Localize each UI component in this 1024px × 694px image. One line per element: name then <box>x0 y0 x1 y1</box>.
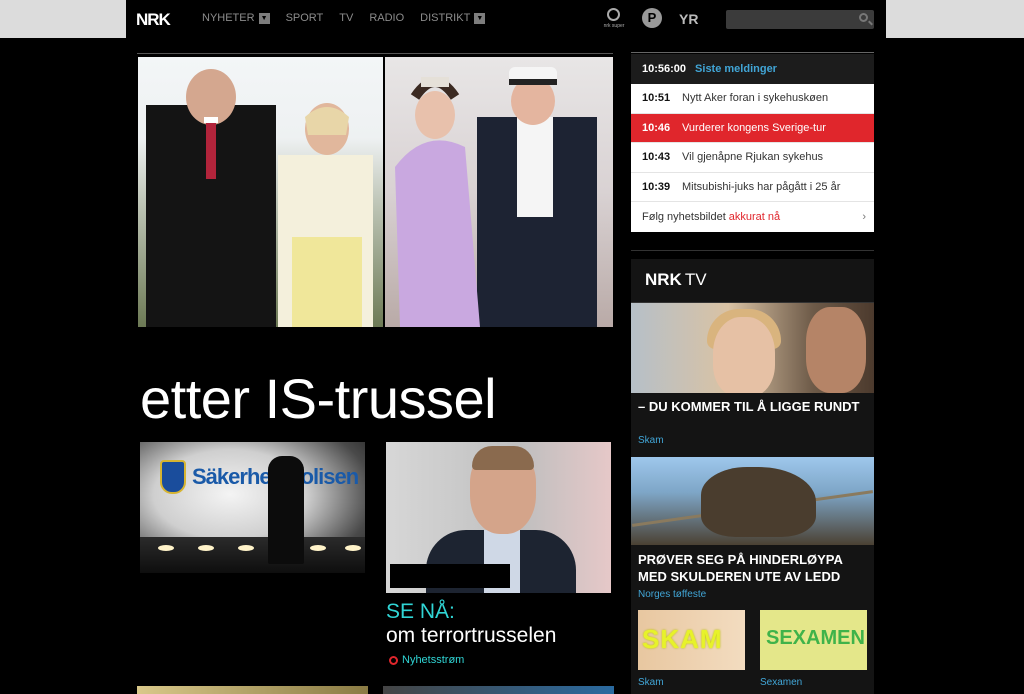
tile-word: SKAM <box>642 624 723 654</box>
boy-face <box>806 307 866 393</box>
ticker-item-time: 10:51 <box>642 92 671 105</box>
redacted-caption-bar <box>390 564 510 588</box>
girl-face <box>713 317 775 393</box>
chevron-right-icon: › <box>862 211 866 223</box>
hero-headline[interactable]: etter IS-trussel <box>140 366 497 431</box>
nav-label: NYHETER <box>202 12 255 24</box>
chevron-down-icon[interactable]: ▼ <box>474 12 486 24</box>
tv-item-image[interactable] <box>631 303 874 393</box>
person-hair <box>472 446 534 470</box>
mud-covered-person <box>701 467 816 537</box>
nrk-tv-heading[interactable]: NRK TV <box>645 270 707 290</box>
ticker-item-text: Vil gjenåpne Rjukan sykehus <box>682 151 824 164</box>
ticker-header: 10:56:00 Siste meldinger <box>631 54 874 84</box>
page-gutter-right <box>886 0 1024 38</box>
floor-lights <box>140 537 365 573</box>
yr-icon[interactable]: YR <box>679 11 698 27</box>
ticker-item-time: 10:43 <box>642 151 671 164</box>
tv-item-image[interactable] <box>631 457 874 545</box>
live-dot-icon <box>389 655 398 665</box>
nav-label: SPORT <box>285 12 324 24</box>
ticker-follow-accent: akkurat nå <box>728 211 781 223</box>
hero-image[interactable] <box>138 57 613 327</box>
search-icon[interactable] <box>859 13 868 22</box>
ticker-follow-link[interactable]: Følg nyhetsbildet akkurat nå › <box>631 202 874 232</box>
sapo-crest-icon <box>160 460 186 494</box>
ticker-item-time: 10:39 <box>642 180 671 193</box>
live-title[interactable]: om terrortrusselen <box>386 624 556 648</box>
search-input[interactable] <box>726 10 874 29</box>
nrk-super-label: nrk super <box>603 23 625 29</box>
nav-item-sport[interactable]: SPORT <box>286 12 324 24</box>
page-gutter-left <box>0 0 126 38</box>
top-navigation: NRK NYHETER ▼ SPORT TV RADIO DISTRIKT ▼ nr… <box>126 0 886 38</box>
royal-couple-illustration <box>146 69 373 327</box>
hero-photo-norwegian-royals <box>138 57 383 327</box>
ticker-follow-text: Følg nyhetsbildet <box>642 211 726 223</box>
live-source[interactable]: Nyhetsstrøm <box>389 654 464 666</box>
ticker-title[interactable]: Siste meldinger <box>695 63 777 75</box>
ticker-item-time: 10:46 <box>642 121 671 134</box>
tile-caption[interactable]: Skam <box>638 677 664 688</box>
nrk-tv-suffix: TV <box>684 270 707 289</box>
hero-photo-swedish-royals <box>385 57 613 327</box>
ticker-item[interactable]: 10:51 Nytt Aker foran i sykehuskøen <box>631 84 874 114</box>
ticker-divider <box>631 250 874 251</box>
next-teaser-image[interactable] <box>137 686 368 694</box>
nav-item-nyheter[interactable]: NYHETER ▼ <box>202 12 270 24</box>
ticker-list: 10:51 Nytt Aker foran i sykehuskøen 10:4… <box>631 84 874 232</box>
ticker-item-text: Nytt Aker foran i sykehuskøen <box>682 92 829 105</box>
nav-label: DISTRIKT <box>420 12 471 24</box>
ticker-item[interactable]: 10:43 Vil gjenåpne Rjukan sykehus <box>631 143 874 173</box>
nav-item-distrikt[interactable]: DISTRIKT ▼ <box>420 12 486 24</box>
tile-word: SEXAMEN <box>766 627 865 649</box>
live-label[interactable]: SE NÅ: <box>386 600 455 624</box>
tile-caption[interactable]: Sexamen <box>760 677 802 688</box>
tv-tile-skam[interactable]: SKAM <box>638 610 745 670</box>
chevron-down-icon[interactable]: ▼ <box>258 12 270 24</box>
hero-divider <box>137 53 613 54</box>
nav-label: RADIO <box>369 12 405 24</box>
tv-item-title[interactable]: PRØVER SEG PÅ HINDERLØYPA MED SKULDEREN … <box>638 551 868 585</box>
next-teaser-image[interactable] <box>383 686 614 694</box>
ticker-item[interactable]: 10:39 Mitsubishi-juks har pågått i 25 år <box>631 172 874 202</box>
live-source-label: Nyhetsstrøm <box>402 654 465 666</box>
teaser-live-image[interactable] <box>386 442 611 593</box>
teaser-sapo-image[interactable]: Säkerhetspolisen <box>140 442 365 573</box>
nrk-logo[interactable]: NRK <box>136 10 171 30</box>
tv-tile-sexamen[interactable]: SEXAMEN <box>760 610 867 670</box>
p3-icon[interactable]: P <box>642 8 662 28</box>
walking-person-silhouette <box>268 456 304 564</box>
tv-item-category[interactable]: Skam <box>638 435 664 446</box>
nav-label: TV <box>339 12 354 24</box>
nav-item-radio[interactable]: RADIO <box>369 12 404 24</box>
ticker-divider <box>631 52 874 53</box>
main-nav: NYHETER ▼ SPORT TV RADIO DISTRIKT ▼ <box>202 12 486 24</box>
ticker-clock: 10:56:00 <box>642 63 687 75</box>
ticker-item-text: Vurderer kongens Sverige-tur <box>682 121 826 134</box>
ticker-item-active[interactable]: 10:46 Vurderer kongens Sverige-tur <box>631 113 874 143</box>
ticker-item-text: Mitsubishi-juks har pågått i 25 år <box>682 180 841 193</box>
nrk-tv-logo: NRK <box>645 270 682 289</box>
smiley-face-icon <box>607 8 620 21</box>
nav-item-tv[interactable]: TV <box>339 12 353 24</box>
royal-couple-illustration <box>395 67 597 327</box>
nrk-super-icon[interactable]: nrk super <box>599 8 627 30</box>
tv-item-title[interactable]: – DU KOMMER TIL Å LIGGE RUNDT <box>638 398 868 415</box>
tv-item-category[interactable]: Norges tøffeste <box>638 589 706 600</box>
